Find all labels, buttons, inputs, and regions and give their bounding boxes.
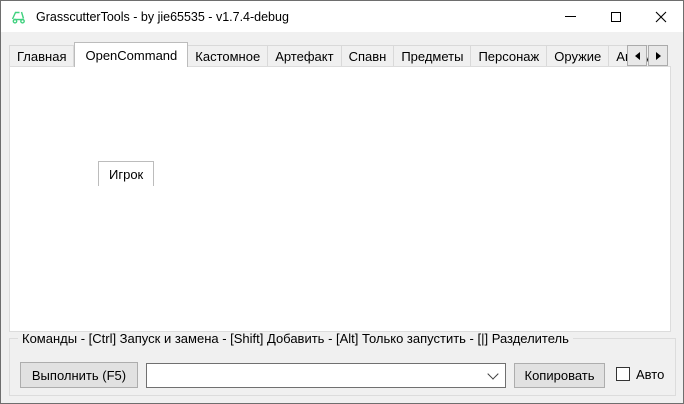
main-tab-strip: Главная OpenCommand Кастомное Артефакт С… bbox=[9, 42, 665, 67]
title-bar: GrasscutterTools - by jie65535 - v1.7.4-… bbox=[1, 1, 683, 32]
app-window: GrasscutterTools - by jie65535 - v1.7.4-… bbox=[0, 0, 684, 404]
chevron-down-icon bbox=[487, 368, 498, 379]
tab-artefakt[interactable]: Артефакт bbox=[268, 45, 341, 67]
tab-spavn[interactable]: Спавн bbox=[342, 45, 395, 67]
window-title: GrasscutterTools - by jie65535 - v1.7.4-… bbox=[36, 10, 289, 24]
tab-predmety[interactable]: Предметы bbox=[394, 45, 471, 67]
command-combobox[interactable] bbox=[146, 363, 506, 388]
tab-scroll-buttons bbox=[626, 45, 668, 66]
run-button[interactable]: Выполнить (F5) bbox=[20, 362, 138, 388]
auto-checkbox-label: Авто bbox=[636, 367, 664, 382]
tab-personazh[interactable]: Персонаж bbox=[471, 45, 547, 67]
minimize-icon bbox=[565, 16, 576, 17]
tab-glavnaya[interactable]: Главная bbox=[9, 45, 74, 67]
commands-group: Команды - [Ctrl] Запуск и замена - [Shif… bbox=[9, 338, 676, 396]
app-icon bbox=[10, 8, 28, 26]
tab-player[interactable]: Игрок bbox=[98, 161, 154, 186]
copy-button[interactable]: Копировать bbox=[514, 363, 605, 388]
close-icon bbox=[655, 11, 667, 23]
left-arrow-icon bbox=[635, 52, 640, 60]
auto-checkbox[interactable] bbox=[616, 367, 630, 381]
opencommand-tab-page bbox=[9, 66, 671, 332]
tab-opencommand[interactable]: OpenCommand bbox=[74, 42, 188, 67]
commands-group-title: Команды - [Ctrl] Запуск и замена - [Shif… bbox=[18, 331, 573, 346]
tab-scroll-left-button[interactable] bbox=[627, 45, 647, 66]
close-button[interactable] bbox=[638, 1, 683, 32]
minimize-button[interactable] bbox=[548, 1, 593, 32]
maximize-icon bbox=[611, 12, 621, 22]
command-input[interactable] bbox=[147, 368, 489, 383]
right-arrow-icon bbox=[656, 52, 661, 60]
tab-oruzhie[interactable]: Оружие bbox=[547, 45, 609, 67]
tab-kastomnoe[interactable]: Кастомное bbox=[188, 45, 268, 67]
maximize-button[interactable] bbox=[593, 1, 638, 32]
tab-scroll-right-button[interactable] bbox=[648, 45, 668, 66]
